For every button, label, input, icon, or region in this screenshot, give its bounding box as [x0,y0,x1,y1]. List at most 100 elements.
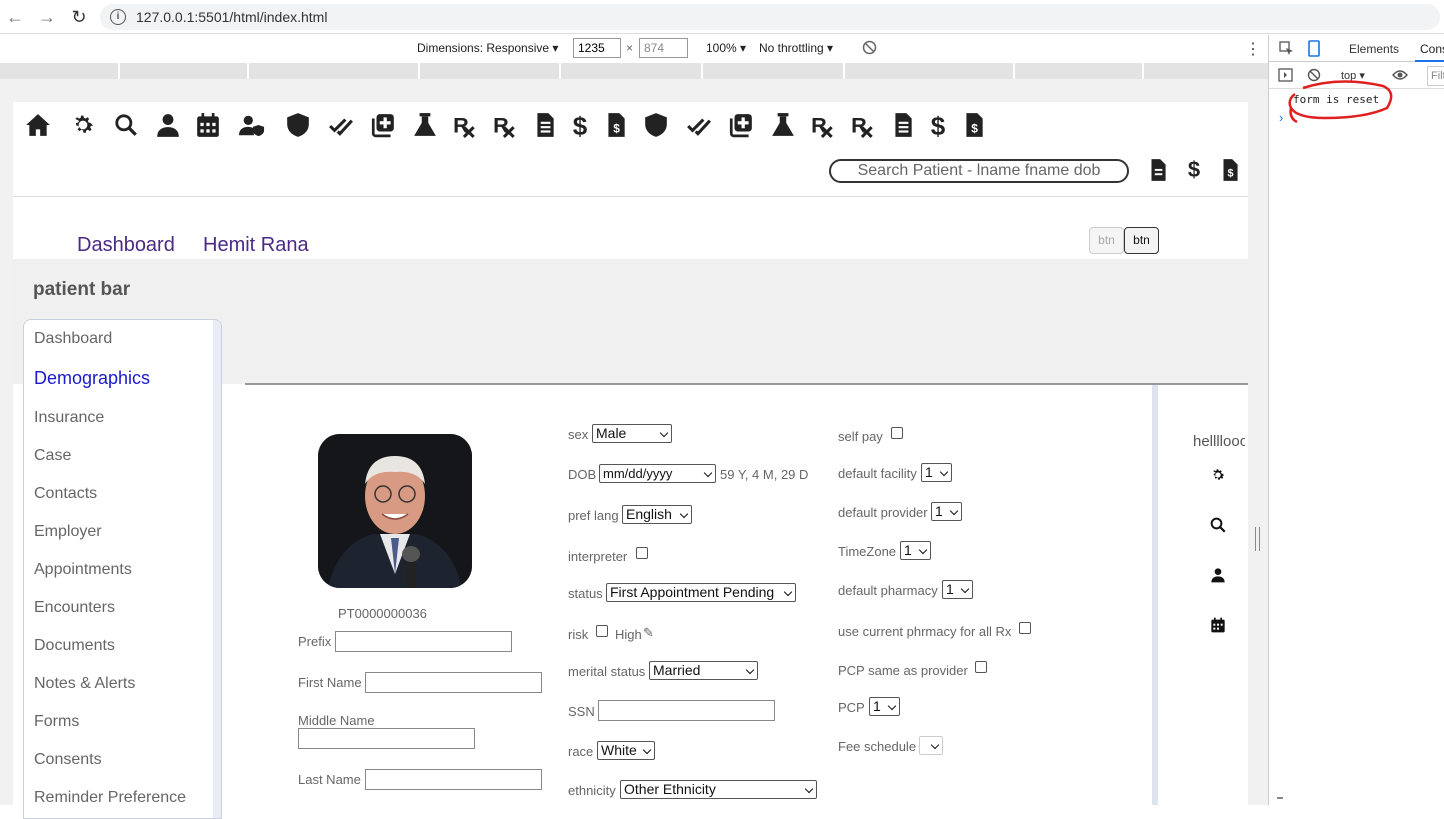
invoice-icon[interactable]: $ [1215,155,1245,185]
document-icon[interactable] [530,110,560,140]
first-name-input[interactable] [365,672,542,693]
status-select[interactable]: First Appointment Pending [606,583,796,602]
prescription-icon[interactable]: R [450,110,480,140]
shield-icon[interactable] [283,110,313,140]
search-icon[interactable] [1207,514,1229,536]
prescription-icon[interactable]: R [808,110,838,140]
sidebar-item-documents[interactable]: Documents [34,637,115,655]
current-pharmacy-checkbox[interactable] [1019,622,1031,634]
sidebar-item-appointments[interactable]: Appointments [34,561,132,579]
timezone-select[interactable]: 1 [900,541,931,560]
invoice-icon[interactable]: $ [959,110,989,140]
document-icon[interactable] [888,110,918,140]
pref-lang-select[interactable]: English [622,505,692,524]
sex-select[interactable]: Male [592,424,672,443]
resize-handle[interactable] [1255,527,1260,551]
zoom-dropdown[interactable]: 100% ▾ [706,41,746,55]
dollar-icon[interactable]: $ [923,110,953,140]
default-facility-select[interactable]: 1 [921,463,952,482]
home-icon[interactable] [23,110,53,140]
interpreter-label: interpreter [568,549,628,564]
risk-label: risk [568,627,589,642]
sidebar-item-contacts[interactable]: Contacts [34,485,97,503]
middle-name-input[interactable] [298,728,475,749]
check-double-icon[interactable] [684,110,714,140]
dimensions-dropdown[interactable]: Dimensions: Responsive ▾ [417,41,558,55]
prefix-input[interactable] [335,631,512,652]
risk-checkbox[interactable] [596,625,608,637]
height-input[interactable] [639,38,688,58]
console-prompt[interactable]: › [1279,110,1283,125]
sidebar-scrollbar[interactable] [213,320,221,818]
pcp-same-checkbox[interactable] [975,661,987,673]
default-pharmacy-select[interactable]: 1 [942,580,973,599]
sidebar-item-forms[interactable]: Forms [34,713,79,731]
interpreter-checkbox[interactable] [636,547,648,559]
patient-search-input[interactable]: Search Patient - lname fname dob [829,159,1129,183]
rotate-icon[interactable] [862,40,877,55]
nav-user-link[interactable]: Hemit Rana [203,234,309,257]
prescription-icon[interactable]: R [848,110,878,140]
address-bar[interactable]: i 127.0.0.1:5501/html/index.html [100,4,1440,30]
flask-icon[interactable] [768,110,798,140]
default-facility-label: default facility [838,466,917,481]
pcp-select[interactable]: 1 [869,697,900,716]
tab-console[interactable]: Cons [1420,42,1444,56]
sidebar-item-consents[interactable]: Consents [34,751,102,769]
svg-text:$: $ [971,122,978,136]
throttling-dropdown[interactable]: No throttling ▾ [759,41,833,55]
ethnicity-select[interactable]: Other Ethnicity [620,780,817,799]
last-name-input[interactable] [365,769,542,790]
calendar-icon[interactable] [193,110,223,140]
pencil-icon[interactable]: ✎ [643,625,654,641]
marital-select[interactable]: Married [649,661,758,680]
user-shield-icon[interactable] [237,110,267,140]
width-input[interactable] [573,38,621,58]
sidebar-item-demographics[interactable]: Demographics [34,368,150,389]
prescription-icon[interactable]: R [490,110,520,140]
nav-dashboard-link[interactable]: Dashboard [77,234,175,257]
info-icon[interactable]: i [110,9,126,25]
inspect-icon[interactable] [1279,41,1294,56]
disabled-button[interactable]: btn [1089,227,1124,254]
more-options-icon[interactable]: ⋮ [1245,39,1261,59]
check-double-icon[interactable] [326,110,356,140]
search-icon[interactable] [111,110,141,140]
ssn-input[interactable] [598,700,775,721]
sidebar-item-dashboard[interactable]: Dashboard [34,330,112,348]
document-icon[interactable] [1143,155,1173,185]
content-scrollbar[interactable] [1152,385,1158,805]
medkit-icon[interactable] [726,110,756,140]
console-filter-input[interactable]: Filt [1427,66,1444,86]
sex-label: sex [568,427,589,442]
dollar-icon[interactable]: $ [565,110,595,140]
back-arrow-icon[interactable]: ← [4,6,26,28]
invoice-icon[interactable]: $ [601,110,631,140]
action-button[interactable]: btn [1124,227,1159,254]
user-icon[interactable] [1207,564,1229,586]
dollar-icon[interactable]: $ [1179,155,1209,185]
reload-icon[interactable]: ↻ [68,6,90,28]
tab-elements[interactable]: Elements [1349,42,1399,56]
dob-input[interactable]: mm/dd/yyyy [599,464,716,483]
shield-icon[interactable] [641,110,671,140]
user-icon[interactable] [153,110,183,140]
fee-schedule-select[interactable] [919,736,943,755]
forward-arrow-icon[interactable]: → [36,6,58,28]
device-toggle-icon[interactable] [1306,40,1322,57]
self-pay-checkbox[interactable] [891,427,903,439]
calendar-icon[interactable] [1207,614,1229,636]
race-select[interactable]: White [597,741,655,760]
gear-icon[interactable] [1207,464,1229,486]
default-provider-select[interactable]: 1 [931,502,962,521]
flask-icon[interactable] [410,110,440,140]
sidebar-item-insurance[interactable]: Insurance [34,409,104,427]
sidebar-item-employer[interactable]: Employer [34,523,102,541]
sidebar-item-encounters[interactable]: Encounters [34,599,115,617]
sidebar-item-notes-alerts[interactable]: Notes & Alerts [34,675,135,693]
sidebar-item-reminder-preference[interactable]: Reminder Preference [34,789,186,807]
race-label: race [568,744,594,759]
sidebar-item-case[interactable]: Case [34,447,71,465]
gear-icon[interactable] [68,110,98,140]
medkit-icon[interactable] [368,110,398,140]
